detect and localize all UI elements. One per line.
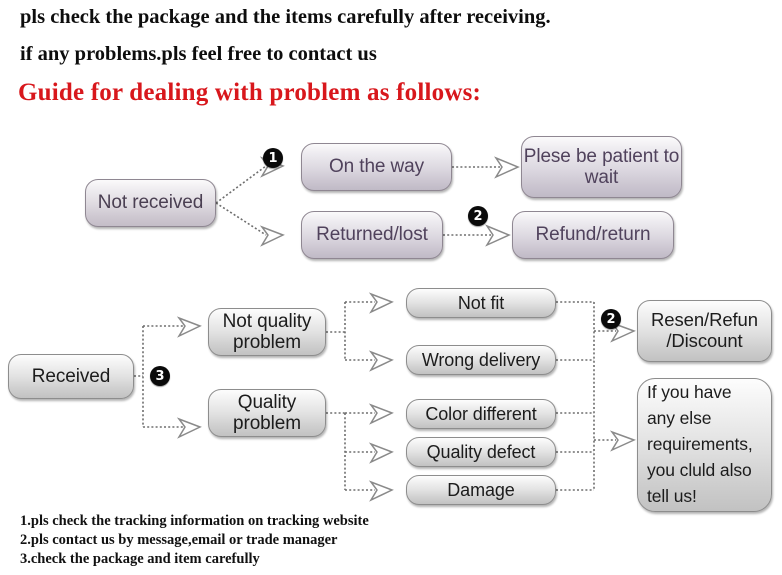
wire-quality-items bbox=[326, 403, 394, 502]
wire-ontheway-wait bbox=[452, 156, 520, 179]
footer-line-1: 1.pls check the tracking information on … bbox=[20, 513, 369, 529]
footer-line-2: 2.pls contact us by message,email or tra… bbox=[20, 532, 338, 548]
node-damage[interactable]: Damage bbox=[406, 475, 556, 505]
wire-notreceived-returnedlost bbox=[215, 202, 285, 247]
node-resend-refund-discount[interactable]: Resen/Refun /Discount bbox=[637, 300, 772, 362]
wire-notquality-items bbox=[326, 292, 394, 372]
wire-returnedlost-refund bbox=[443, 224, 511, 247]
node-other-requirements[interactable]: If you have any else requirements, you c… bbox=[637, 378, 772, 512]
return-policy-infographic: pls check the package and the items care… bbox=[0, 0, 782, 575]
node-not-received[interactable]: Not received bbox=[85, 179, 216, 227]
node-please-be-patient[interactable]: Plese be patient to wait bbox=[521, 136, 682, 198]
node-quality-problem[interactable]: Quality problem bbox=[208, 389, 326, 437]
badge-step-2-top: 2 bbox=[468, 206, 488, 226]
badge-step-1: 1 bbox=[263, 148, 283, 168]
badge-step-3: 3 bbox=[150, 366, 170, 386]
node-not-quality-problem[interactable]: Not quality problem bbox=[208, 308, 326, 356]
node-received[interactable]: Received bbox=[8, 354, 134, 399]
node-returned-lost[interactable]: Returned/lost bbox=[301, 211, 443, 259]
node-color-different[interactable]: Color different bbox=[406, 399, 556, 429]
node-wrong-delivery[interactable]: Wrong delivery bbox=[406, 345, 556, 375]
node-not-fit[interactable]: Not fit bbox=[406, 288, 556, 318]
node-refund-return[interactable]: Refund/return bbox=[512, 211, 674, 259]
node-on-the-way[interactable]: On the way bbox=[301, 143, 452, 191]
footer-line-3: 3.check the package and item carefully bbox=[20, 551, 260, 567]
node-quality-defect[interactable]: Quality defect bbox=[406, 437, 556, 467]
badge-step-2-bottom: 2 bbox=[601, 309, 621, 329]
wire-items-merge-bus bbox=[556, 301, 636, 491]
